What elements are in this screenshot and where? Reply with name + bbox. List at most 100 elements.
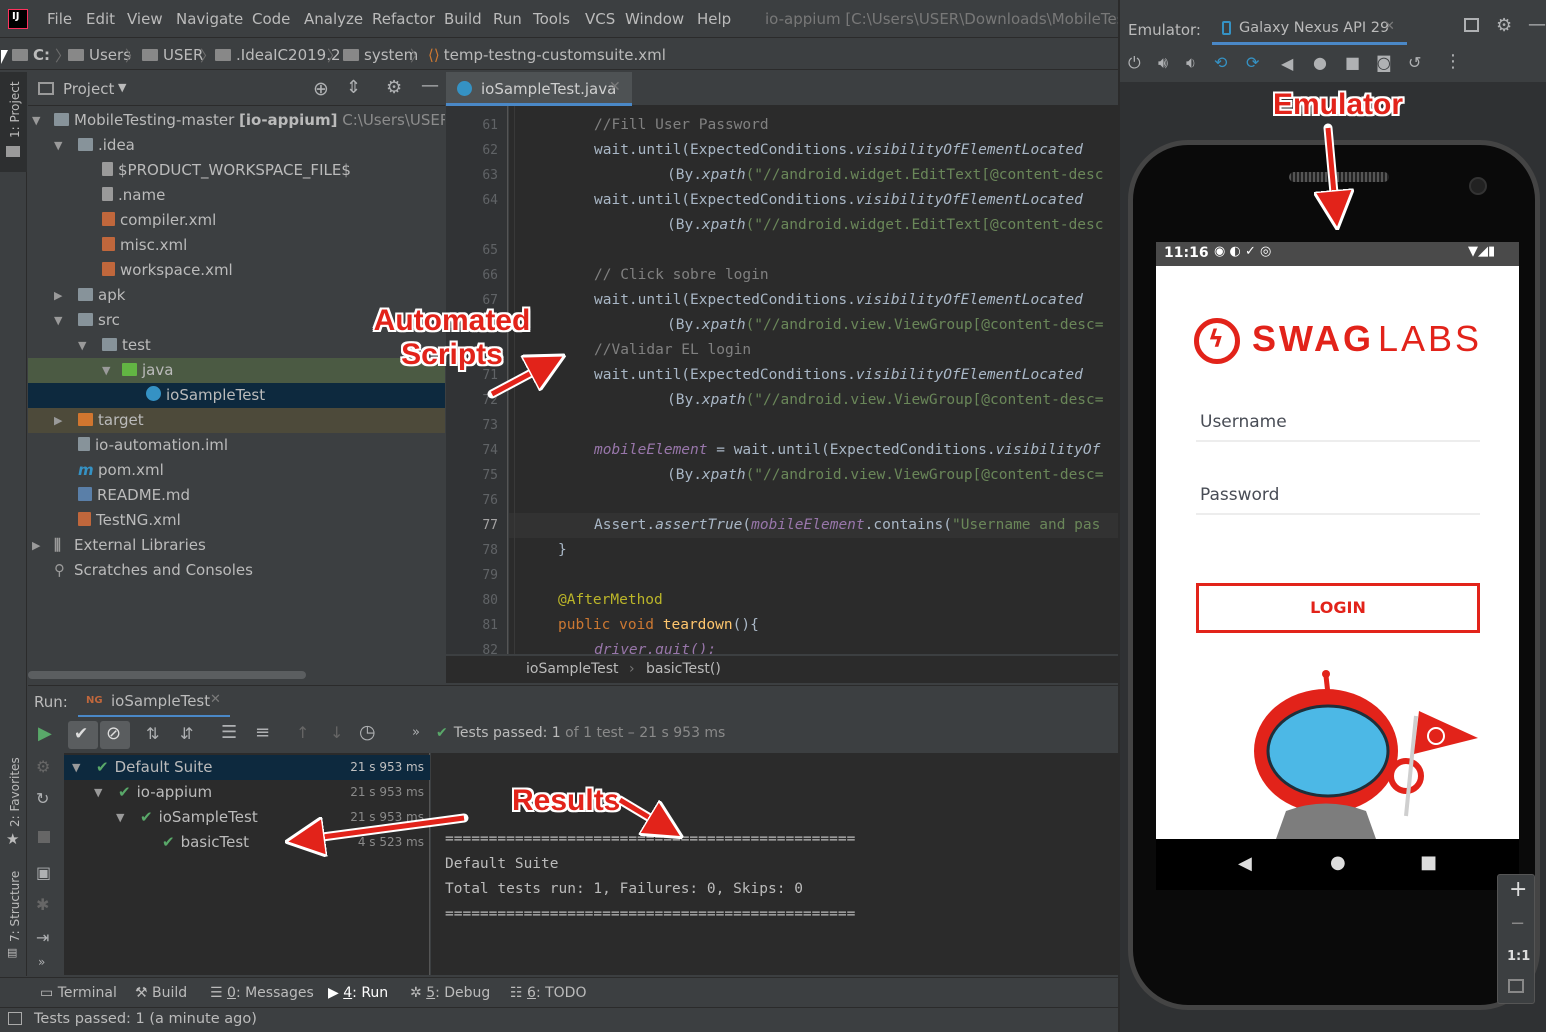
tree-node-root[interactable]: ▼ MobileTesting-master [io-appium] C:\Us… [28,108,445,133]
stop-icon[interactable] [38,831,50,843]
home-icon[interactable]: ● [1313,53,1327,72]
chevron-down-icon[interactable]: ▼ [118,81,126,94]
crumb-class[interactable]: ioSampleTest [526,661,619,677]
more-vert-icon[interactable]: ⋮ [1444,51,1462,72]
login-button[interactable]: LOGIN [1196,583,1480,633]
nav-back-icon[interactable]: ◀ [1238,853,1252,874]
hide-icon[interactable]: — [421,75,439,96]
expand-arrow-icon[interactable]: ▼ [54,133,62,158]
tab-run[interactable]: ▶ 4: Run [328,985,388,1001]
close-icon[interactable]: ✕ [210,692,221,707]
crumb-file[interactable]: ⟨⟩ temp-testng-customsuite.xml [428,46,666,64]
horizontal-scrollbar[interactable] [28,671,306,679]
project-panel-title[interactable]: Project [63,80,114,98]
collapse-all-icon[interactable]: ⇕ [346,77,361,98]
nav-home-icon[interactable]: ● [1330,852,1346,873]
close-icon[interactable]: ✕ [609,79,621,95]
menu-file[interactable]: File [47,10,72,28]
expand-arrow-icon[interactable]: ▼ [78,333,86,358]
menu-run[interactable]: Run [493,10,522,28]
arrow-up-icon[interactable]: ↑ [296,723,309,742]
crumb-ideaic[interactable]: .IdeaIC2019.2 [215,46,341,64]
crumb-drive[interactable]: C: [12,46,50,64]
favorites-tool-label[interactable]: 2: Favorites [8,757,22,827]
tab-terminal[interactable]: ▭ Terminal [40,985,117,1001]
test-node-suite[interactable]: ▼ ✔ Default Suite 21 s 953 ms [64,755,430,780]
expand-arrow-icon[interactable]: ▼ [94,780,102,805]
more-icon[interactable]: » [412,725,420,740]
gear-icon[interactable]: ⚙ [386,77,402,98]
password-field[interactable]: Password [1196,475,1480,515]
nav-recents-icon[interactable]: ■ [1420,852,1437,873]
menu-navigate[interactable]: Navigate [176,10,243,28]
tree-node-workspace[interactable]: workspace.xml [28,258,445,283]
tree-node-pom[interactable]: m pom.xml [28,458,445,483]
sort-duration-icon[interactable]: ⇵ [180,724,193,743]
test-node-class[interactable]: ▼ ✔ ioSampleTest 21 s 953 ms [64,805,430,830]
tree-node-readme[interactable]: README.md [28,483,445,508]
volume-down-icon[interactable]: 🔉︎ [1186,53,1196,73]
tree-node-name[interactable]: .name [28,183,445,208]
menu-help[interactable]: Help [697,10,731,28]
camera-icon[interactable]: ◙ [1376,53,1392,72]
expand-all-icon[interactable]: ☰ [221,722,237,743]
arrow-down-icon[interactable]: ↓ [330,723,343,742]
test-node-method[interactable]: ✔ basicTest 4 s 523 ms [64,830,430,855]
rerun-icon[interactable]: ▶ [38,723,52,744]
tree-node-testng[interactable]: TestNG.xml [28,508,445,533]
more-icon[interactable]: » [38,955,45,969]
expand-arrow-icon[interactable]: ▼ [116,805,124,830]
tree-node-scratches[interactable]: ⚲ Scratches and Consoles [28,558,445,583]
expand-arrow-icon[interactable]: ▼ [54,308,62,333]
zoom-in-button[interactable]: + [1509,877,1527,902]
volume-up-icon[interactable]: 🔊︎ [1158,53,1168,73]
tree-node-iml[interactable]: io-automation.iml [28,433,445,458]
crumb-user[interactable]: USER [142,46,203,64]
collapse-arrow-icon[interactable]: ▶ [54,283,62,308]
fit-screen-icon[interactable] [1508,979,1524,993]
expand-arrow-icon[interactable]: ▼ [72,755,80,780]
code-editor[interactable]: //Fill User Password wait.until(Expected… [509,106,1118,654]
username-field[interactable]: Username [1196,402,1480,442]
device-tab[interactable]: Galaxy Nexus API 29 ✕ [1212,12,1407,45]
menu-vcs[interactable]: VCS [585,10,615,28]
restart-icon[interactable]: ↻ [36,789,49,808]
snapshot-icon[interactable]: ↺ [1408,53,1421,72]
locate-icon[interactable]: ⊕ [313,78,329,100]
expand-arrow-icon[interactable]: ▼ [32,108,40,133]
crumb-system[interactable]: system [343,46,418,64]
history-icon[interactable]: ◷ [359,721,376,743]
tree-node-iosampletest[interactable]: ioSampleTest [28,383,445,408]
settings-icon[interactable]: ✱ [36,895,49,914]
tree-node-idea[interactable]: ▼ .idea [28,133,445,158]
rotate-left-icon[interactable]: ⟲ [1214,53,1227,72]
tree-node-target[interactable]: ▶ target [28,408,445,433]
restore-icon[interactable] [1464,18,1479,32]
close-icon[interactable]: ✕ [1384,19,1395,34]
tree-node-external-libraries[interactable]: ▶ ⫼ External Libraries [28,533,445,558]
tab-todo[interactable]: ☷ 6: TODO [510,985,586,1001]
gear-icon[interactable]: ⚙ [1496,15,1512,36]
menu-tools[interactable]: Tools [533,10,570,28]
editor-tab[interactable]: ioSampleTest.java ✕ [446,72,632,106]
sort-alpha-icon[interactable]: ⇅ [146,724,159,743]
power-icon[interactable]: ⏻ [1128,53,1141,73]
panel-toggle-icon[interactable] [8,1012,22,1025]
collapse-arrow-icon[interactable]: ▶ [54,408,62,433]
menu-analyze[interactable]: Analyze [304,10,363,28]
tab-messages[interactable]: ☰ 0: Messages [210,985,314,1001]
exit-icon[interactable]: ⇥ [36,928,49,947]
structure-tool-label[interactable]: 7: Structure [8,871,22,942]
show-ignored-toggle[interactable]: ⊘ [100,721,130,749]
run-tab[interactable]: NG ioSampleTest ✕ [78,686,230,717]
expand-arrow-icon[interactable]: ▼ [102,358,110,383]
menu-refactor[interactable]: Refactor [372,10,435,28]
tab-build[interactable]: ⚒ Build [135,985,187,1001]
menu-window[interactable]: Window [625,10,684,28]
debug-icon[interactable]: ⚙ [36,757,50,776]
collapse-all-icon[interactable]: ≡ [255,722,270,743]
hide-icon[interactable]: — [1528,14,1546,35]
tree-node-compiler[interactable]: compiler.xml [28,208,445,233]
show-passed-toggle[interactable]: ✔ [68,721,98,749]
tree-node-workspace-file[interactable]: $PRODUCT_WORKSPACE_FILE$ [28,158,445,183]
